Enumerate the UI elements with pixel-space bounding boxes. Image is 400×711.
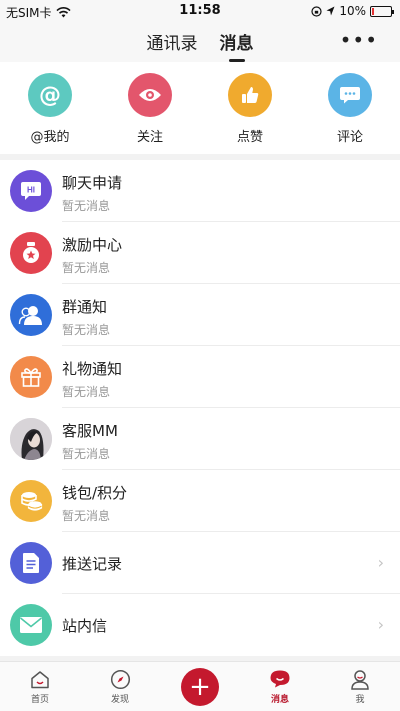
list-item-chat-request[interactable]: HI 聊天申请 暂无消息 [0, 160, 400, 222]
list-item-subtitle: 暂无消息 [62, 323, 111, 337]
chevron-right-icon: › [377, 553, 384, 572]
quick-comment[interactable]: 评论 [300, 62, 400, 154]
list-item-group-notice[interactable]: 群通知 暂无消息 [0, 284, 400, 346]
comment-icon [328, 73, 372, 117]
home-icon [30, 668, 50, 690]
message-list: HI 聊天申请 暂无消息 激励中心 暂无消息 群通知 暂无消息 礼物通知 暂无消… [0, 160, 400, 656]
quick-actions: @ @我的 关注 点赞 评论 [0, 62, 400, 154]
list-item-title: 推送记录 [62, 555, 123, 573]
list-item-title: 群通知 [62, 298, 108, 316]
list-item-title: 站内信 [62, 617, 108, 635]
battery-icon [370, 5, 394, 17]
quick-at-me[interactable]: @ @我的 [0, 62, 100, 154]
nav-discover[interactable]: 发现 [80, 662, 160, 711]
list-item-subtitle: 暂无消息 [62, 261, 111, 275]
eye-icon [128, 73, 172, 117]
nav-profile[interactable]: 我 [320, 662, 400, 711]
chevron-right-icon: › [377, 615, 384, 634]
list-item-gift-notice[interactable]: 礼物通知 暂无消息 [0, 346, 400, 408]
document-icon [10, 542, 52, 584]
plus-icon: + [181, 668, 219, 706]
nav-label: 发现 [110, 695, 129, 705]
mail-icon [10, 604, 52, 646]
tab-contacts[interactable]: 通讯录 [147, 29, 198, 60]
user-photo-avatar [10, 418, 52, 460]
list-item-subtitle: 暂无消息 [62, 385, 111, 399]
tab-messages[interactable]: 消息 [220, 29, 254, 62]
profile-icon [350, 668, 370, 690]
quick-like[interactable]: 点赞 [200, 62, 300, 154]
coins-icon [10, 480, 52, 522]
list-item-title: 礼物通知 [62, 360, 123, 378]
quick-label: 评论 [336, 130, 363, 145]
nav-label: 我 [355, 695, 365, 705]
list-item-inbox[interactable]: 站内信 › [0, 594, 400, 656]
discover-icon [110, 668, 131, 690]
list-item-reward-center[interactable]: 激励中心 暂无消息 [0, 222, 400, 284]
list-item-subtitle: 暂无消息 [62, 509, 111, 523]
battery-percent: 10% [339, 4, 366, 18]
nav-label: 首页 [30, 695, 49, 705]
list-item-subtitle: 暂无消息 [62, 199, 111, 213]
list-item-push-records[interactable]: 推送记录 › [0, 532, 400, 594]
list-item-customer-service[interactable]: 客服MM 暂无消息 [0, 408, 400, 470]
quick-label: @我的 [30, 130, 70, 145]
nav-label: 消息 [270, 695, 289, 705]
hi-chat-icon: HI [10, 170, 52, 212]
nav-messages[interactable]: 消息 [240, 662, 320, 711]
group-icon [10, 294, 52, 336]
status-bar: 无SIM卡 11:58 10% [0, 0, 400, 22]
list-item-title: 客服MM [62, 422, 118, 440]
nav-post[interactable]: + [160, 662, 240, 711]
location-icon [326, 6, 335, 16]
list-item-title: 钱包/积分 [62, 484, 128, 502]
gift-icon [10, 356, 52, 398]
orientation-lock-icon [311, 5, 322, 17]
message-icon [269, 668, 291, 690]
list-item-title: 激励中心 [62, 236, 123, 254]
quick-label: 关注 [136, 130, 163, 145]
header: 通讯录 消息 ••• [0, 22, 400, 62]
reward-icon [10, 232, 52, 274]
bottom-nav: 首页 发现 + 消息 我 [0, 661, 400, 711]
at-icon: @ [28, 73, 72, 117]
status-right: 10% [311, 4, 394, 18]
quick-label: 点赞 [236, 130, 263, 145]
nav-home[interactable]: 首页 [0, 662, 80, 711]
more-dots-icon[interactable]: ••• [340, 28, 378, 52]
thumbs-up-icon [228, 73, 272, 117]
list-item-subtitle: 暂无消息 [62, 447, 111, 461]
quick-follow[interactable]: 关注 [100, 62, 200, 154]
list-item-wallet-points[interactable]: 钱包/积分 暂无消息 [0, 470, 400, 532]
svg-text:HI: HI [27, 186, 35, 195]
list-item-title: 聊天申请 [62, 174, 123, 192]
battery-fill [372, 7, 374, 15]
